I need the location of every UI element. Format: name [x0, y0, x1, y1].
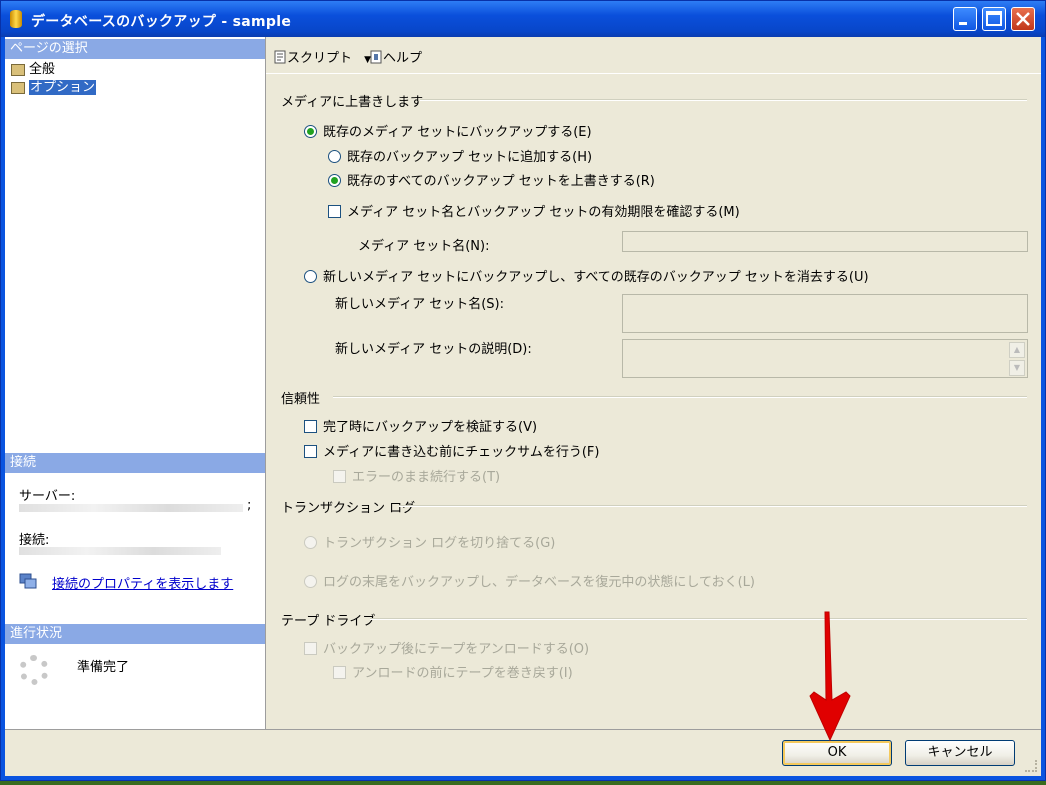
progress-header: 進行状況: [5, 624, 265, 644]
title-bar[interactable]: データベースのバックアップ - sample: [1, 1, 1045, 37]
new-media-desc-field[interactable]: ▲ ▼: [622, 339, 1028, 378]
overwrite-all-radio[interactable]: 既存のすべてのバックアップ セットを上書きする(R): [328, 170, 655, 189]
option-label: トランザクション ログを切り捨てる(G): [323, 536, 556, 551]
new-media-desc-label: 新しいメディア セットの説明(D):: [335, 342, 532, 357]
checkbox-indicator: [333, 470, 346, 483]
connection-properties-link[interactable]: 接続のプロパティを表示します: [52, 573, 233, 592]
option-label: バックアップ後にテープをアンロードする(O): [323, 642, 590, 657]
divider: [370, 618, 1027, 620]
script-label: スクリプト: [287, 51, 353, 66]
overwrite-heading: メディアに上書きします: [281, 95, 424, 110]
option-label: ログの末尾をバックアップし、データベースを復元中の状態にしておく(L): [323, 575, 755, 590]
nav-item-options[interactable]: オプション: [11, 80, 97, 96]
maximize-button[interactable]: [982, 7, 1006, 31]
help-button[interactable]: ヘルプ: [369, 47, 422, 66]
nav-item-general[interactable]: 全般: [11, 62, 55, 78]
media-set-name-label: メディア セット名(N):: [358, 239, 490, 254]
divider: [420, 99, 1027, 101]
radio-indicator: [328, 174, 341, 187]
checksum-checkbox[interactable]: メディアに書き込む前にチェックサムを行う(F): [304, 441, 599, 460]
progress-spinner-icon: [19, 655, 49, 685]
radio-indicator: [304, 536, 317, 549]
help-label: ヘルプ: [383, 51, 423, 66]
page-select-header: ページの選択: [5, 39, 265, 59]
cancel-button[interactable]: キャンセル: [905, 740, 1015, 766]
new-media-name-field[interactable]: [622, 294, 1028, 333]
connection-value-redacted: [19, 547, 221, 555]
nav-item-label: オプション: [29, 80, 97, 95]
dialog-client: ページの選択 全般 オプション 接続 サーバー: ; 接続: 接続のプロパティを…: [5, 37, 1041, 776]
checkbox-indicator: [304, 420, 317, 433]
maximize-icon: [986, 11, 1002, 26]
truncate-log-radio[interactable]: トランザクション ログを切り捨てる(G): [304, 532, 555, 551]
option-label: アンロードの前にテープを巻き戻す(I): [352, 666, 573, 681]
progress-status: 準備完了: [77, 660, 130, 675]
tail-log-radio[interactable]: ログの末尾をバックアップし、データベースを復元中の状態にしておく(L): [304, 571, 755, 590]
option-label: 既存のメディア セットにバックアップする(E): [323, 125, 592, 140]
checkbox-indicator: [328, 205, 341, 218]
continue-on-error-checkbox[interactable]: エラーのまま続行する(T): [333, 466, 500, 485]
checkbox-indicator: [333, 666, 346, 679]
rewind-tape-checkbox[interactable]: アンロードの前にテープを巻き戻す(I): [333, 662, 573, 681]
red-arrow-annotation-icon: [809, 611, 851, 742]
minimize-icon: [959, 22, 967, 25]
server-value-redacted: [19, 504, 243, 512]
database-icon: [10, 10, 22, 28]
divider: [333, 396, 1027, 398]
script-icon: [274, 50, 286, 64]
connection-properties-icon: [19, 573, 37, 589]
page-icon: [11, 81, 25, 94]
desc-scrollbar[interactable]: ▲ ▼: [1009, 342, 1025, 376]
server-label: サーバー:: [19, 489, 76, 504]
minimize-button[interactable]: [953, 7, 977, 31]
unload-tape-checkbox[interactable]: バックアップ後にテープをアンロードする(O): [304, 638, 589, 657]
close-button[interactable]: [1011, 7, 1035, 31]
radio-indicator: [304, 575, 317, 588]
reliability-heading: 信頼性: [281, 392, 321, 407]
tape-heading: テープ ドライブ: [281, 614, 376, 629]
checkbox-indicator: [304, 642, 317, 655]
new-media-set-radio[interactable]: 新しいメディア セットにバックアップし、すべての既存のバックアップ セットを消去…: [304, 266, 869, 285]
scroll-down-icon[interactable]: ▼: [1009, 360, 1025, 376]
toolbar: スクリプト ▼ ヘルプ: [266, 37, 1041, 74]
option-label: 既存のすべてのバックアップ セットを上書きする(R): [347, 174, 655, 189]
option-label: エラーのまま続行する(T): [352, 470, 501, 485]
right-pane: スクリプト ▼ ヘルプ メディアに上書きします 既存のメディア セットにバックア…: [266, 37, 1041, 729]
option-label: メディア セット名とバックアップ セットの有効期限を確認する(M): [347, 205, 740, 220]
divider: [399, 505, 1027, 507]
verify-checkbox[interactable]: 完了時にバックアップを検証する(V): [304, 416, 537, 435]
option-label: 新しいメディア セットにバックアップし、すべての既存のバックアップ セットを消去…: [323, 270, 869, 285]
backup-existing-radio[interactable]: 既存のメディア セットにバックアップする(E): [304, 121, 592, 140]
check-name-checkbox[interactable]: メディア セット名とバックアップ セットの有効期限を確認する(M): [328, 201, 740, 220]
dialog-window: データベースのバックアップ - sample ページの選択 全般 オプション 接…: [0, 0, 1046, 781]
option-label: メディアに書き込む前にチェックサムを行う(F): [323, 445, 600, 460]
left-pane: ページの選択 全般 オプション 接続 サーバー: ; 接続: 接続のプロパティを…: [5, 37, 266, 729]
radio-indicator: [304, 125, 317, 138]
nav-item-label: 全般: [29, 62, 56, 77]
page-icon: [11, 63, 25, 76]
checkbox-indicator: [304, 445, 317, 458]
close-icon: [1016, 12, 1030, 26]
connection-header: 接続: [5, 453, 265, 473]
connection-label: 接続:: [19, 533, 50, 548]
help-icon: [370, 50, 382, 64]
txlog-heading: トランザクション ログ: [281, 501, 416, 516]
append-radio[interactable]: 既存のバックアップ セットに追加する(H): [328, 146, 592, 165]
window-title: データベースのバックアップ - sample: [31, 14, 292, 30]
script-button[interactable]: スクリプト ▼: [273, 47, 371, 66]
scroll-up-icon[interactable]: ▲: [1009, 342, 1025, 358]
server-value-trail: ;: [247, 498, 252, 513]
media-set-name-field[interactable]: [622, 231, 1028, 252]
radio-indicator: [304, 270, 317, 283]
button-bar: OK キャンセル: [5, 729, 1041, 776]
new-media-name-label: 新しいメディア セット名(S):: [335, 297, 504, 312]
radio-indicator: [328, 150, 341, 163]
resize-grip-icon[interactable]: [1025, 760, 1037, 772]
option-label: 完了時にバックアップを検証する(V): [323, 420, 538, 435]
option-label: 既存のバックアップ セットに追加する(H): [347, 150, 593, 165]
